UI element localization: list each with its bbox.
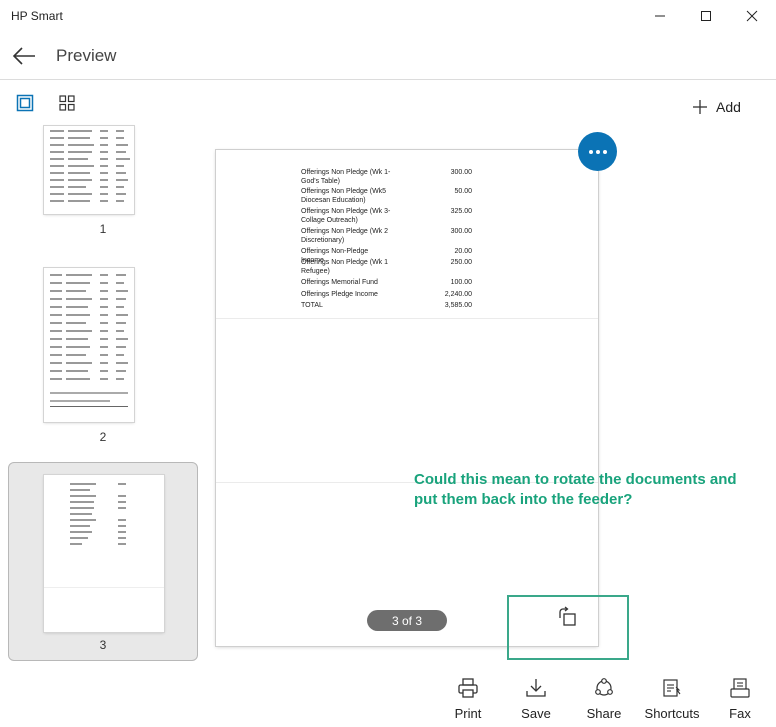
thumbnail-image [44, 475, 164, 632]
page-indicator: 3 of 3 [367, 610, 447, 631]
save-label: Save [521, 706, 551, 721]
shortcuts-button[interactable]: Shortcuts [637, 676, 707, 724]
more-options-button[interactable] [578, 132, 617, 171]
title-bar: HP Smart [0, 0, 776, 32]
document-row: Offerings Non Pledge (Wk 2 Discretionary… [301, 228, 472, 244]
add-button[interactable]: Add [692, 96, 741, 118]
thumbnail-page-2[interactable]: 2 [8, 262, 198, 452]
paper-fold [216, 318, 598, 319]
minimize-icon [655, 15, 665, 17]
document-row: Offerings Non Pledge (Wk 3-Collage Outre… [301, 208, 472, 224]
document-row: Offerings Non Pledge (Wk 1-God's Table) … [301, 169, 472, 185]
thumbnail-number: 1 [99, 222, 107, 236]
printer-icon [457, 676, 479, 700]
document-row: Offerings Pledge Income 2,240.00 [301, 291, 472, 298]
back-arrow-icon [12, 47, 35, 65]
annotation-highlight-box [507, 595, 629, 660]
thumbnail-image [44, 126, 134, 214]
close-button[interactable] [729, 0, 775, 32]
plus-icon [693, 100, 707, 114]
close-icon [746, 10, 758, 22]
back-button[interactable] [8, 40, 40, 72]
shortcuts-icon [661, 676, 683, 700]
single-page-icon [16, 94, 34, 112]
thumbnail-number: 2 [99, 430, 107, 444]
page-title: Preview [56, 46, 117, 65]
grid-icon [59, 95, 75, 111]
share-icon [593, 676, 615, 700]
print-label: Print [454, 706, 482, 721]
document-row: Offerings Non Pledge (Wk5 Diocesan Educa… [301, 188, 472, 204]
save-icon [525, 676, 547, 700]
save-button[interactable]: Save [501, 676, 571, 724]
single-page-view-button[interactable] [12, 90, 38, 116]
print-button[interactable]: Print [433, 676, 503, 724]
document-preview[interactable]: Offerings Non Pledge (Wk 1-God's Table) … [216, 150, 598, 646]
add-label: Add [716, 99, 741, 115]
fax-button[interactable]: Fax [705, 676, 775, 724]
thumbnail-image [44, 268, 134, 422]
maximize-icon [701, 11, 711, 21]
document-row: Offerings Non Pledge (Wk 1 Refugee) 250.… [301, 259, 472, 275]
minimize-button[interactable] [637, 0, 683, 32]
share-label: Share [586, 706, 622, 721]
document-row: TOTAL 3,585.00 [301, 302, 472, 309]
more-icon [588, 149, 593, 154]
page-header: Preview [0, 36, 776, 80]
fax-icon [729, 676, 751, 700]
thumbnail-page-3[interactable]: 3 [8, 462, 198, 661]
document-row: Offerings Memorial Fund 100.00 [301, 279, 472, 286]
grid-view-button[interactable] [54, 90, 80, 116]
thumbnail-page-1[interactable]: 1 [8, 126, 198, 240]
fax-label: Fax [729, 706, 751, 721]
thumbnail-number: 3 [99, 638, 107, 652]
app-title: HP Smart [11, 9, 63, 23]
share-button[interactable]: Share [569, 676, 639, 724]
document-row: Offerings Non-Pledge Income 20.00 [301, 248, 472, 264]
shortcuts-label: Shortcuts [644, 706, 700, 721]
maximize-button[interactable] [683, 0, 729, 32]
annotation-text: Could this mean to rotate the documents … [414, 471, 737, 508]
